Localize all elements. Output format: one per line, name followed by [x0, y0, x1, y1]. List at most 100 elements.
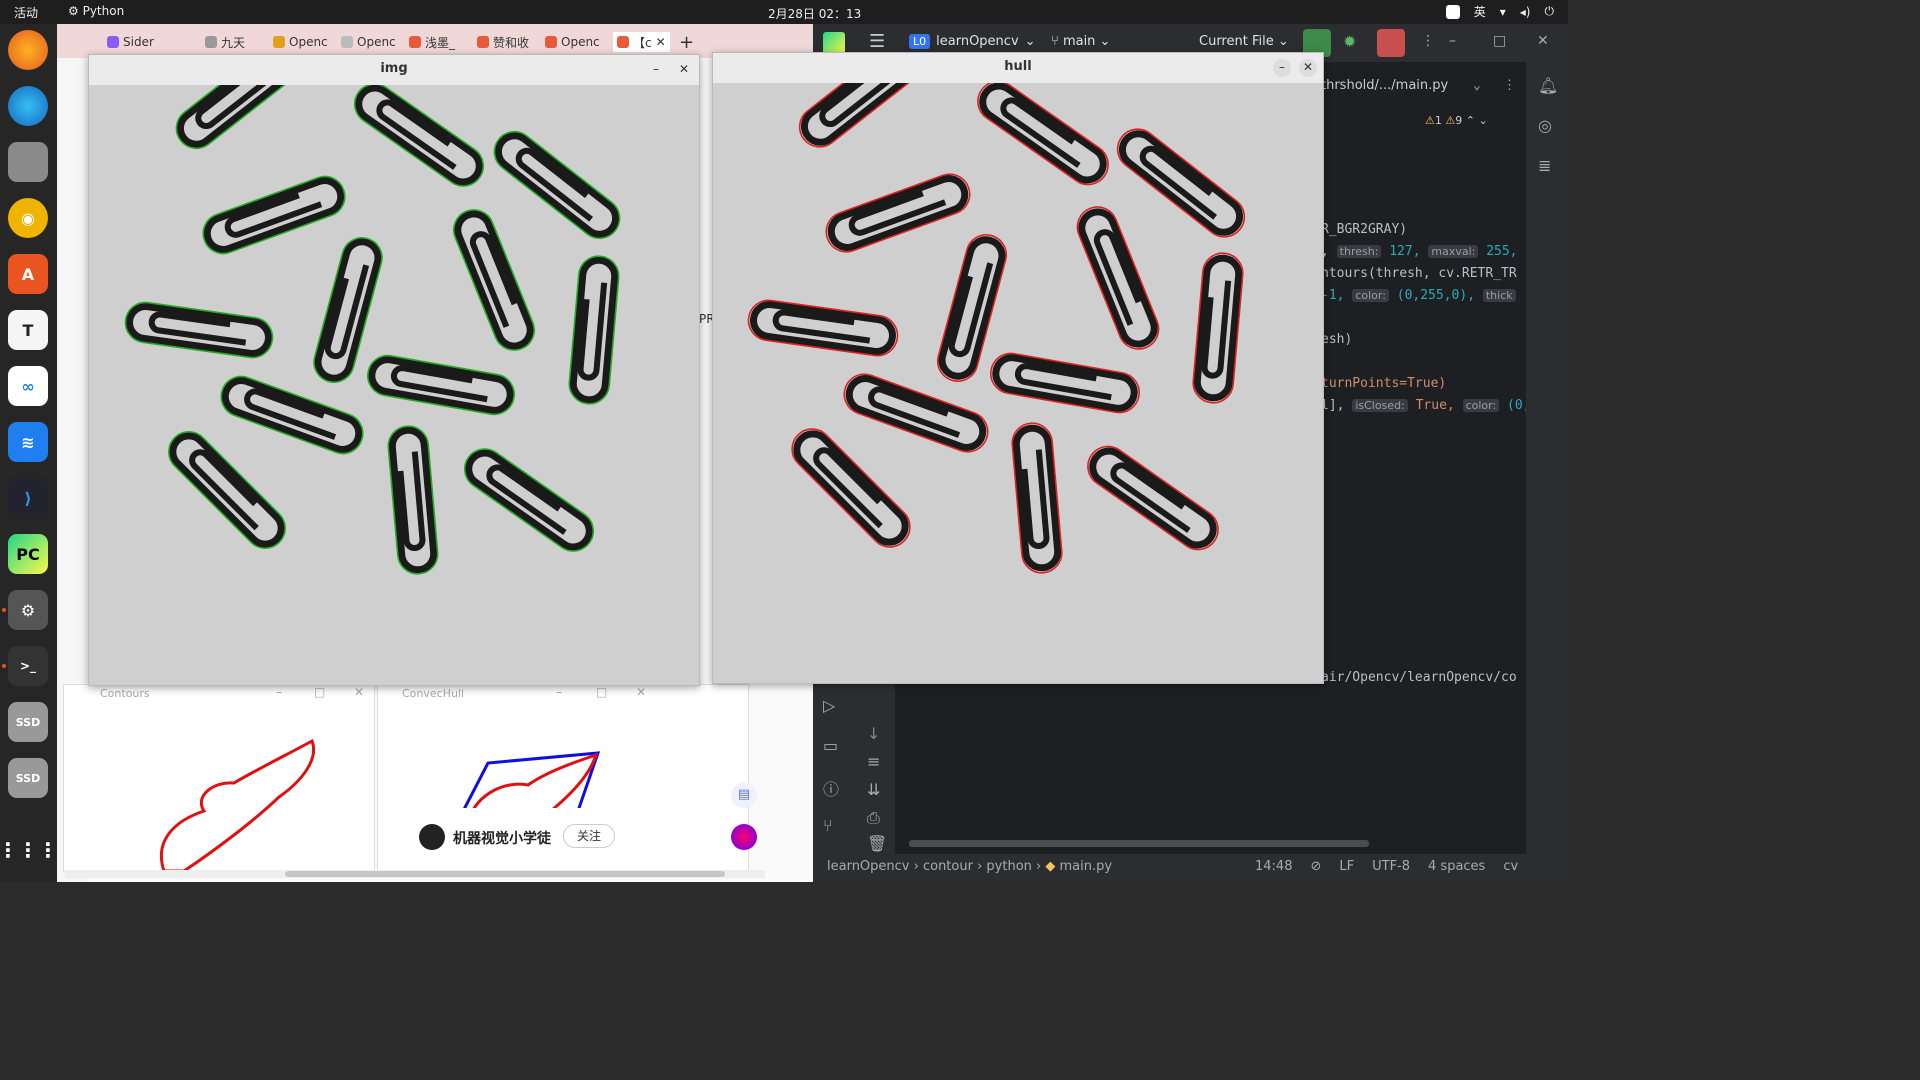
- app-menu[interactable]: ⚙ Python: [68, 4, 124, 18]
- breadcrumb-item[interactable]: contour: [923, 859, 973, 874]
- author-name[interactable]: 机器视觉小学徒: [453, 828, 551, 848]
- vscode-icon[interactable]: ⟩: [8, 478, 48, 518]
- rhythmbox-icon[interactable]: ◉: [8, 198, 48, 238]
- breadcrumb-item[interactable]: learnOpencv: [827, 859, 910, 874]
- files-icon[interactable]: [8, 142, 48, 182]
- close-tab-icon[interactable]: ✕: [656, 35, 666, 49]
- contour-shape: [159, 738, 315, 871]
- warning-count: 1: [1434, 114, 1442, 127]
- browser-tab[interactable]: Openc: [273, 32, 328, 52]
- clear-icon[interactable]: 🗑︎: [867, 834, 887, 853]
- tab-favicon: [273, 36, 285, 48]
- running-indicator: [2, 664, 6, 668]
- run-config-selector[interactable]: Current File ⌄: [1199, 34, 1289, 49]
- ssd-drive-icon-2[interactable]: SSD: [8, 758, 48, 798]
- main-menu-icon[interactable]: ☰: [869, 31, 885, 52]
- scroll-to-end-icon[interactable]: ⇊: [867, 780, 880, 799]
- more-icon[interactable]: ⋮: [1503, 78, 1516, 93]
- file-encoding[interactable]: UTF-8: [1372, 859, 1410, 874]
- reader-icon[interactable]: ▤: [731, 782, 757, 808]
- inspection-widget[interactable]: ⚠1 ⚠9 ⌃ ⌄: [1425, 114, 1488, 127]
- edge-icon[interactable]: [8, 86, 48, 126]
- chevron-down-icon[interactable]: ⌄: [1473, 78, 1481, 93]
- firefox-icon[interactable]: [8, 30, 48, 70]
- clock[interactable]: 2月28日 02：13: [768, 5, 861, 22]
- problems-tool-icon[interactable]: ⓘ: [823, 776, 839, 800]
- pycharm-icon[interactable]: PC: [8, 534, 48, 574]
- no-wrap-icon[interactable]: ⊘: [1310, 859, 1321, 874]
- close-icon[interactable]: ✕: [354, 685, 364, 699]
- stop-button[interactable]: [1377, 29, 1405, 57]
- minimize-icon[interactable]: –: [1273, 59, 1291, 77]
- show-apps-icon[interactable]: ⋮⋮⋮: [0, 830, 58, 870]
- breadcrumb-item[interactable]: main.py: [1060, 859, 1113, 874]
- text-editor-icon[interactable]: T: [8, 310, 48, 350]
- minimize-icon[interactable]: –: [556, 685, 562, 699]
- browser-tab[interactable]: 九天: [205, 32, 245, 52]
- baidu-netdisk-icon[interactable]: ∞: [8, 366, 48, 406]
- horizontal-scrollbar[interactable]: [65, 870, 765, 878]
- editor-tab-path[interactable]: thrshold/.../main.py: [1321, 78, 1448, 93]
- browser-tab-active[interactable]: 【c ✕: [613, 32, 670, 52]
- wifi-icon[interactable]: ▾: [1500, 5, 1506, 19]
- status-bar: learnOpencv › contour › python › ◆ main.…: [813, 854, 1568, 882]
- soft-wrap-icon[interactable]: ≡: [867, 752, 880, 771]
- interpreter[interactable]: cv: [1503, 859, 1518, 874]
- breadcrumb-item[interactable]: python: [986, 859, 1031, 874]
- branch-selector[interactable]: ⑂ main ⌄: [1051, 34, 1110, 49]
- maximize-icon[interactable]: □: [314, 685, 325, 699]
- run-tool-icon[interactable]: ▷: [823, 696, 835, 715]
- browser-tab[interactable]: 赞和收: [477, 32, 529, 52]
- terminal-icon[interactable]: >_: [8, 646, 48, 686]
- activities-button[interactable]: 活动: [14, 4, 38, 21]
- scrollbar-thumb[interactable]: [285, 871, 725, 877]
- follow-button[interactable]: 关注: [563, 824, 615, 848]
- minimize-icon[interactable]: –: [276, 685, 282, 699]
- browser-tab[interactable]: 浅墨_: [409, 32, 455, 52]
- maximize-icon[interactable]: □: [596, 685, 607, 699]
- indent-setting[interactable]: 4 spaces: [1428, 859, 1485, 874]
- console-scrollbar[interactable]: [909, 840, 1369, 847]
- author-avatar[interactable]: [419, 824, 445, 850]
- tray-app-icon[interactable]: [1445, 4, 1460, 19]
- print-icon[interactable]: ⎙: [867, 808, 880, 828]
- new-tab-button[interactable]: +: [679, 32, 694, 53]
- notifications-icon[interactable]: 🔔︎: [1538, 76, 1558, 95]
- convex-hull-image: [713, 83, 1323, 683]
- volume-icon[interactable]: ◂): [1520, 5, 1531, 19]
- browser-tab[interactable]: Openc: [341, 32, 396, 52]
- code-editor[interactable]: thrshold/.../main.py ⌄ ⋮ R_BGR2GRAY) , t…: [1313, 62, 1530, 562]
- close-icon[interactable]: ✕: [1537, 33, 1549, 49]
- database-icon[interactable]: ≣: [1538, 156, 1551, 175]
- close-icon[interactable]: ✕: [636, 685, 646, 699]
- close-icon[interactable]: ✕: [675, 61, 693, 79]
- run-console[interactable]: air/Opencv/learnOpencv/co: [895, 664, 1526, 854]
- project-selector[interactable]: L0 learnOpencv ⌄: [909, 34, 1036, 49]
- code-token: True,: [1415, 398, 1455, 413]
- scroll-down-icon[interactable]: ↓: [867, 724, 880, 743]
- terminal-tool-icon[interactable]: ▭: [823, 736, 838, 755]
- caret-position[interactable]: 14:48: [1255, 859, 1292, 874]
- line-separator[interactable]: LF: [1339, 859, 1354, 874]
- maximize-icon[interactable]: □: [1493, 33, 1506, 49]
- software-center-icon[interactable]: A: [8, 254, 48, 294]
- browser-tab[interactable]: Sider: [107, 32, 154, 52]
- settings-icon[interactable]: ⚙: [8, 590, 48, 630]
- running-indicator: [2, 608, 6, 612]
- input-method[interactable]: 英: [1474, 3, 1486, 20]
- ai-assistant-icon[interactable]: [731, 824, 757, 850]
- more-icon[interactable]: ⋮: [1421, 33, 1435, 49]
- close-icon[interactable]: ✕: [1299, 59, 1317, 77]
- minimize-icon[interactable]: –: [1449, 33, 1456, 49]
- power-icon[interactable]: ⏻: [1545, 4, 1555, 19]
- code-line: l], isClosed: True, color: (0,: [1321, 398, 1530, 413]
- code-line: -1, color: (0,255,0), thick: [1321, 288, 1516, 303]
- ssd-drive-icon-1[interactable]: SSD: [8, 702, 48, 742]
- browser-tab[interactable]: Openc: [545, 32, 600, 52]
- git-tool-icon[interactable]: ⑂: [823, 816, 833, 835]
- minimize-icon[interactable]: –: [647, 61, 665, 79]
- lanxin-icon[interactable]: ≋: [8, 422, 48, 462]
- code-token: 127,: [1389, 244, 1421, 259]
- debug-icon[interactable]: ✹: [1343, 32, 1356, 51]
- ai-assistant-icon[interactable]: ◎: [1538, 116, 1552, 135]
